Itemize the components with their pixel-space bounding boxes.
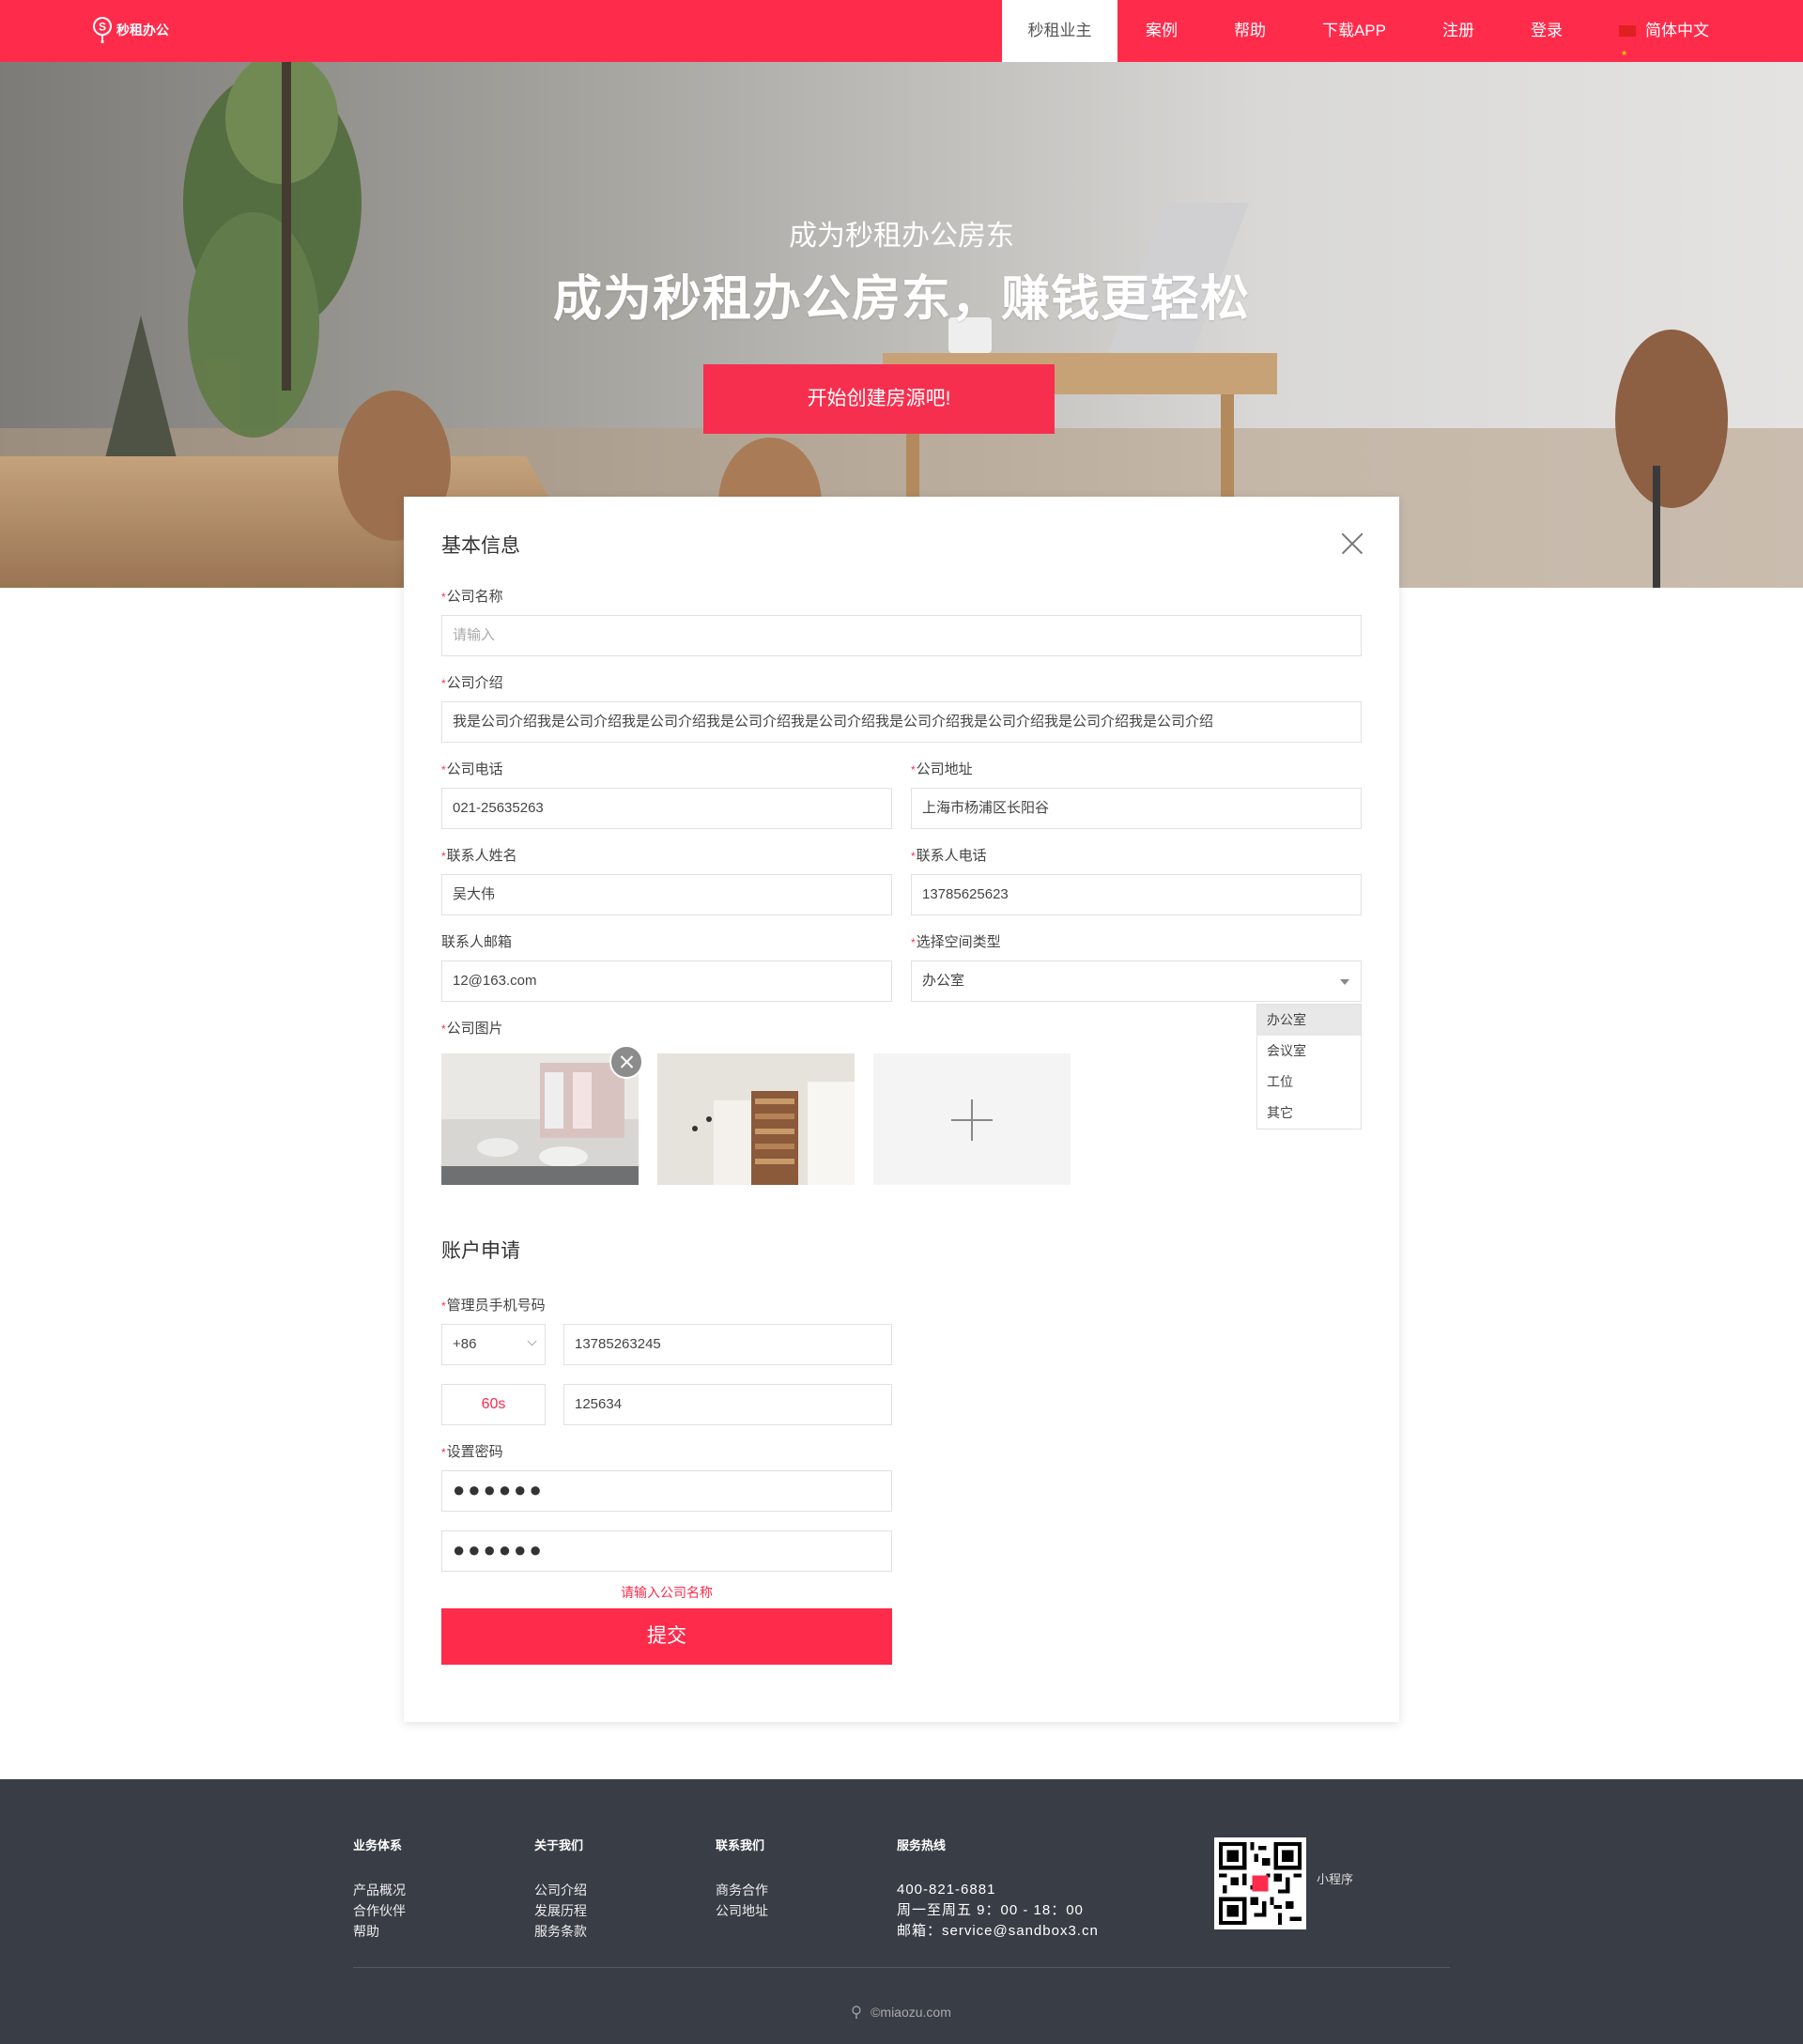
footer-link[interactable]: 商务合作 <box>716 1880 768 1900</box>
footer-column-business: 业务体系 产品概况 合作伙伴 帮助 <box>353 1836 406 1942</box>
language-label: 简体中文 <box>1645 22 1709 39</box>
hero-subtitle: 成为秒租办公房东 <box>789 221 1014 252</box>
library-photo-image <box>657 1053 855 1185</box>
confirm-password-input[interactable]: ●●●●●● <box>441 1530 892 1572</box>
footer-heading: 业务体系 <box>353 1838 403 1852</box>
company-photos-label: *公司图片 <box>441 1021 503 1037</box>
contact-name-label: *联系人姓名 <box>441 848 517 864</box>
company-intro-label: *公司介绍 <box>441 675 503 691</box>
hero-title: 成为秒租办公房东，赚钱更轻松 <box>552 272 1250 327</box>
svg-text:S: S <box>99 21 106 34</box>
contact-name-input[interactable]: 吴大伟 <box>441 874 892 915</box>
contact-email-label: 联系人邮箱 <box>441 934 513 950</box>
qr-code-icon <box>1219 1842 1302 1925</box>
footer-link[interactable]: 公司介绍 <box>534 1880 587 1900</box>
company-address-input[interactable]: 上海市杨浦区长阳谷 <box>911 788 1362 829</box>
qr-label: 小程序 <box>1317 1872 1354 1886</box>
close-icon[interactable] <box>1341 532 1364 555</box>
footer-link[interactable]: 合作伙伴 <box>353 1900 406 1921</box>
hotline-hours: 周一至周五 9：00 - 18：00 <box>897 1902 1084 1918</box>
logo-text: 秒租办公 <box>116 23 169 38</box>
company-name-input[interactable]: 请输入 <box>441 615 1362 656</box>
caret-down-icon <box>1340 979 1349 985</box>
password-label: *设置密码 <box>441 1444 503 1460</box>
country-code-value: +86 <box>453 1336 477 1352</box>
create-listing-button[interactable]: 开始创建房源吧! <box>703 364 1055 434</box>
footer-link[interactable]: 发展历程 <box>534 1900 587 1921</box>
main-nav: 秒租业主 案例 帮助 下载APP 注册 登录 简体中文 <box>1001 0 1803 85</box>
footer-column-hotline: 服务热线 400-821-6881 周一至周五 9：00 - 18：00 邮箱：… <box>897 1836 1099 1942</box>
footer-link[interactable]: 产品概况 <box>353 1880 406 1900</box>
space-type-option-workstation[interactable]: 工位 <box>1257 1067 1361 1098</box>
mini-program-qr-code <box>1214 1837 1306 1929</box>
error-message: 请输入公司名称 <box>621 1585 713 1600</box>
add-photo-button[interactable] <box>873 1053 1071 1185</box>
chevron-down-icon <box>527 1336 537 1346</box>
footer: 业务体系 产品概况 合作伙伴 帮助 关于我们 公司介绍 发展历程 服务条款 联系… <box>0 1779 1803 2044</box>
company-phone-input[interactable]: 021-25635263 <box>441 788 892 829</box>
nav-cases[interactable]: 案例 <box>1117 0 1206 62</box>
contact-email-input[interactable]: 12@163.com <box>441 961 892 1002</box>
space-type-option-other[interactable]: 其它 <box>1257 1098 1361 1129</box>
nav-login[interactable]: 登录 <box>1502 0 1591 62</box>
contact-phone-label: *联系人电话 <box>911 848 987 864</box>
footer-heading: 服务热线 <box>897 1838 947 1852</box>
copyright-text: ©miaozu.com <box>871 2005 951 2020</box>
logo-pin-icon <box>852 2006 861 2019</box>
nav-download-app[interactable]: 下载APP <box>1294 0 1414 62</box>
footer-divider <box>353 1967 1450 1968</box>
footer-column-contact: 联系我们 商务合作 公司地址 <box>716 1836 768 1921</box>
company-address-label: *公司地址 <box>911 761 973 777</box>
verify-code-input[interactable]: 125634 <box>563 1384 892 1425</box>
space-type-select[interactable]: 办公室 <box>911 961 1362 1002</box>
copyright: ©miaozu.com <box>0 2005 1803 2020</box>
send-code-button[interactable]: 60s <box>441 1384 546 1425</box>
remove-photo-icon[interactable] <box>609 1045 643 1079</box>
company-name-label: *公司名称 <box>441 589 503 605</box>
space-type-option-office[interactable]: 办公室 <box>1257 1005 1361 1036</box>
contact-phone-input[interactable]: 13785625623 <box>911 874 1362 915</box>
company-phone-label: *公司电话 <box>441 761 503 777</box>
logo-pin-icon: S <box>93 17 112 44</box>
footer-heading: 关于我们 <box>534 1838 584 1852</box>
footer-link[interactable]: 服务条款 <box>534 1921 587 1942</box>
space-type-label: *选择空间类型 <box>911 934 1001 950</box>
section-title-basic: 基本信息 <box>441 535 520 557</box>
footer-link[interactable]: 公司地址 <box>716 1900 768 1921</box>
country-code-select[interactable]: +86 <box>441 1324 546 1365</box>
hotline-phone: 400-821-6881 <box>897 1882 996 1898</box>
footer-link[interactable]: 帮助 <box>353 1921 406 1942</box>
section-title-account: 账户申请 <box>441 1240 520 1262</box>
company-photo-2[interactable] <box>657 1053 855 1185</box>
company-intro-input[interactable]: 我是公司介绍我是公司介绍我是公司介绍我是公司介绍我是公司介绍我是公司介绍我是公司… <box>441 701 1362 743</box>
language-switch[interactable]: 简体中文 <box>1591 0 1803 85</box>
space-type-option-meeting-room[interactable]: 会议室 <box>1257 1036 1361 1067</box>
office-photo-image <box>441 1053 639 1185</box>
nav-register[interactable]: 注册 <box>1414 0 1502 62</box>
footer-heading: 联系我们 <box>716 1838 765 1852</box>
space-type-dropdown: 办公室 会议室 工位 其它 <box>1256 1004 1362 1130</box>
admin-phone-label: *管理员手机号码 <box>441 1298 546 1314</box>
company-photo-1[interactable] <box>441 1053 639 1185</box>
submit-button[interactable]: 提交 <box>441 1608 892 1665</box>
password-input[interactable]: ●●●●●● <box>441 1470 892 1512</box>
footer-column-about: 关于我们 公司介绍 发展历程 服务条款 <box>534 1836 587 1942</box>
china-flag-icon <box>1619 23 1636 85</box>
nav-owner[interactable]: 秒租业主 <box>1001 0 1117 62</box>
top-navbar: S 秒租办公 秒租业主 案例 帮助 下载APP 注册 登录 简体中文 <box>0 0 1803 85</box>
registration-form-card: 基本信息 *公司名称 请输入 *公司介绍 我是公司介绍我是公司介绍我是公司介绍我… <box>404 497 1399 1722</box>
logo[interactable]: S 秒租办公 <box>92 16 169 44</box>
hotline-email[interactable]: 邮箱：service@sandbox3.cn <box>897 1921 1099 1942</box>
nav-help[interactable]: 帮助 <box>1206 0 1294 62</box>
space-type-value: 办公室 <box>922 973 965 989</box>
admin-phone-input[interactable]: 13785263245 <box>563 1324 892 1365</box>
